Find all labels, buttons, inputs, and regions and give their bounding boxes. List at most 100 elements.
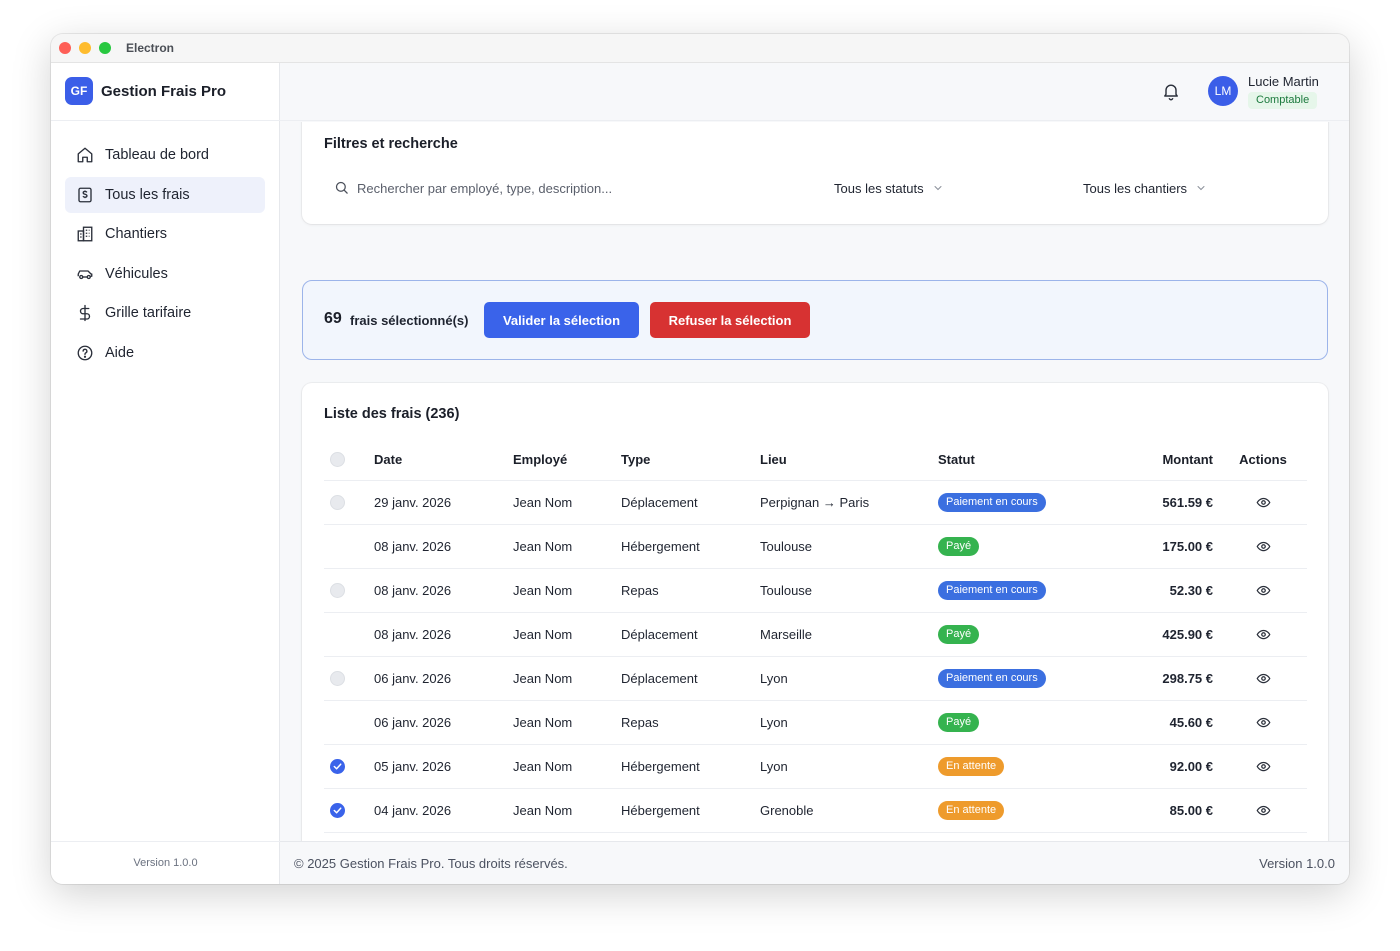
sidebar-item-label: Véhicules <box>105 265 168 282</box>
cell-place: Lyon <box>760 715 788 730</box>
row-checkbox[interactable] <box>330 583 345 598</box>
cell-place: Lyon <box>760 671 788 686</box>
cell-type: Repas <box>621 715 659 730</box>
cell-amount: 16.40 € <box>1104 833 1213 841</box>
cell-amount: 175.00 € <box>1162 539 1213 554</box>
main-content: Filtres et recherche Tous les statuts To… <box>280 122 1349 841</box>
column-header-amount[interactable]: Montant <box>1104 439 1213 480</box>
maximize-window-button[interactable] <box>99 42 111 54</box>
brand-name: Gestion Frais Pro <box>101 83 227 100</box>
eye-icon[interactable] <box>1256 715 1271 730</box>
eye-icon[interactable] <box>1256 803 1271 818</box>
sidebar-item-label: Aide <box>105 344 135 361</box>
search-icon <box>334 180 350 196</box>
status-filter-select[interactable]: Tous les statuts <box>834 170 944 206</box>
cell-place: Toulouse <box>760 539 813 554</box>
cell-employee: Jean Nom <box>513 671 573 686</box>
eye-icon[interactable] <box>1256 759 1271 774</box>
brand: GF Gestion Frais Pro <box>51 63 280 121</box>
selection-count: 69 <box>324 310 342 327</box>
eye-icon[interactable] <box>1256 539 1271 554</box>
status-badge: Payé <box>938 713 980 732</box>
cell-employee: Jean Nom <box>513 495 573 510</box>
cell-place: Lyon <box>760 759 788 774</box>
cell-type: Hébergement <box>621 803 700 818</box>
select-all-checkbox[interactable] <box>330 452 345 467</box>
row-checkbox[interactable] <box>330 495 345 510</box>
check-icon <box>333 763 342 770</box>
cell-employee: Jean Nom <box>513 803 573 818</box>
close-window-button[interactable] <box>59 42 71 54</box>
cell-date: 05 janv. 2026 <box>374 759 452 774</box>
sidebar-item-rate-grid[interactable]: Grille tarifaire <box>65 295 265 331</box>
row-checkbox[interactable] <box>330 671 345 686</box>
row-checkbox[interactable] <box>330 759 345 774</box>
sidebar-item-sites[interactable]: Chantiers <box>65 216 265 252</box>
site-filter-select[interactable]: Tous les chantiers <box>1083 170 1207 206</box>
status-badge: En attente <box>938 801 1005 820</box>
row-checkbox[interactable] <box>330 803 345 818</box>
sidebar-item-help[interactable]: Aide <box>65 335 265 371</box>
cell-date: 08 janv. 2026 <box>374 539 452 554</box>
column-header-date[interactable]: Date <box>374 439 402 480</box>
building-icon <box>76 225 94 243</box>
cell-type: Déplacement <box>621 627 698 642</box>
sidebar-item-all-expenses[interactable]: Tous les frais <box>65 176 265 213</box>
table-row[interactable]: 04 janv. 2026Jean NomRepasGrenobleEn att… <box>324 833 1307 841</box>
status-badge: Paiement en cours <box>938 493 1046 512</box>
cell-employee: Jean Nom <box>513 583 573 598</box>
minimize-window-button[interactable] <box>79 42 91 54</box>
search-input[interactable] <box>357 177 787 199</box>
brand-logo: GF <box>65 77 93 105</box>
bell-icon[interactable] <box>1161 81 1181 101</box>
table-row[interactable]: 06 janv. 2026 Jean Nom Déplacement Lyon Paie… <box>324 657 1307 701</box>
column-header-status[interactable]: Statut <box>938 439 975 480</box>
cell-employee: Jean Nom <box>513 539 573 554</box>
chevron-down-icon <box>932 182 944 194</box>
cell-place: Grenoble <box>760 833 813 841</box>
eye-icon[interactable] <box>1256 627 1271 642</box>
table-row[interactable]: 08 janv. 2026 Jean Nom Déplacement Marseill… <box>324 613 1307 657</box>
search-box <box>324 170 802 206</box>
cell-type: Déplacement <box>621 495 698 510</box>
check-icon <box>333 807 342 814</box>
refuse-selection-button[interactable]: Refuser la sélection <box>650 302 810 338</box>
avatar[interactable]: LM <box>1208 76 1238 106</box>
status-badge: En attente <box>938 757 1005 776</box>
table-row[interactable]: 08 janv. 2026 Jean Nom Hébergement Toulouse… <box>324 525 1307 569</box>
status-badge: Paiement en cours <box>938 669 1046 688</box>
column-header-employee[interactable]: Employé <box>513 439 567 480</box>
sidebar-item-dashboard[interactable]: Tableau de bord <box>65 137 265 173</box>
cell-amount: 425.90 € <box>1162 627 1213 642</box>
sidebar-item-label: Chantiers <box>105 226 168 242</box>
top-bar: LM Lucie Martin Comptable <box>280 63 1349 121</box>
cell-employee: Jean Nom <box>513 627 573 642</box>
cell-employee: Jean Nom <box>513 715 573 730</box>
cell-type: Repas <box>621 583 659 598</box>
cell-date: 08 janv. 2026 <box>374 627 452 642</box>
cell-amount: 561.59 € <box>1162 495 1213 510</box>
cell-date: 06 janv. 2026 <box>374 715 452 730</box>
column-header-actions: Actions <box>1239 452 1287 467</box>
cell-type: Déplacement <box>621 671 698 686</box>
column-header-type[interactable]: Type <box>621 439 650 480</box>
copyright-text: © 2025 Gestion Frais Pro. Tous droits ré… <box>294 856 568 871</box>
help-circle-icon <box>76 344 94 362</box>
table-row[interactable]: 06 janv. 2026 Jean Nom Repas Lyon Payé 45.60 … <box>324 701 1307 745</box>
cell-date: 06 janv. 2026 <box>374 671 452 686</box>
column-header-place[interactable]: Lieu <box>760 439 787 480</box>
sidebar-version: Version 1.0.0 <box>51 841 280 884</box>
table-header: Date Employé Type Lieu Statut Montant Ac… <box>324 439 1307 481</box>
cell-amount: 298.75 € <box>1162 671 1213 686</box>
sidebar-item-vehicles[interactable]: Véhicules <box>65 256 265 292</box>
eye-icon[interactable] <box>1256 671 1271 686</box>
table-row[interactable]: 04 janv. 2026 Jean Nom Hébergement Grenoble… <box>324 789 1307 833</box>
validate-selection-button[interactable]: Valider la sélection <box>484 302 639 338</box>
table-row[interactable]: 08 janv. 2026 Jean Nom Repas Toulouse Paieme… <box>324 569 1307 613</box>
eye-icon[interactable] <box>1256 583 1271 598</box>
table-row[interactable]: 29 janv. 2026 Jean Nom Déplacement Perpigna… <box>324 481 1307 525</box>
table-row[interactable]: 05 janv. 2026 Jean Nom Hébergement Lyon En a… <box>324 745 1307 789</box>
cell-type: Hébergement <box>621 539 700 554</box>
car-icon <box>76 265 94 283</box>
eye-icon[interactable] <box>1256 495 1271 510</box>
